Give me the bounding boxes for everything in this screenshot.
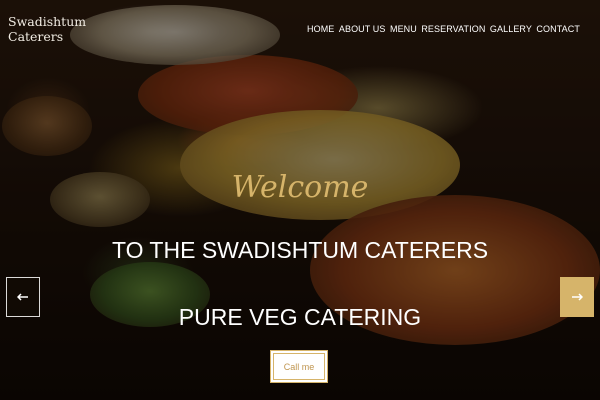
nav-item-reservation[interactable]: RESERVATION — [421, 24, 485, 34]
brand-logo[interactable]: Swadishtum Caterers — [8, 14, 86, 44]
brand-name-line2: Caterers — [8, 29, 64, 44]
arrow-left-icon — [17, 293, 28, 301]
hero-subheadline: PURE VEG CATERING — [178, 304, 422, 330]
carousel-prev-button[interactable] — [6, 277, 40, 317]
arrow-right-icon — [572, 293, 583, 301]
call-me-label: Call me — [283, 361, 315, 372]
main-nav: HOME ABOUT US MENU RESERVATION GALLERY C… — [307, 24, 580, 34]
nav-item-about-us[interactable]: ABOUT US — [339, 24, 386, 34]
brand-name-line1: Swadishtum — [8, 14, 87, 29]
nav-item-contact[interactable]: CONTACT — [536, 24, 580, 34]
nav-item-menu[interactable]: MENU — [390, 24, 417, 34]
nav-item-gallery[interactable]: GALLERY — [490, 24, 532, 34]
call-me-button[interactable]: Call me — [270, 350, 328, 383]
welcome-heading: Welcome — [231, 170, 369, 205]
hero-headline: TO THE SWADISHTUM CATERERS — [111, 237, 489, 263]
carousel-next-button[interactable] — [560, 277, 594, 317]
nav-item-home[interactable]: HOME — [307, 24, 334, 34]
